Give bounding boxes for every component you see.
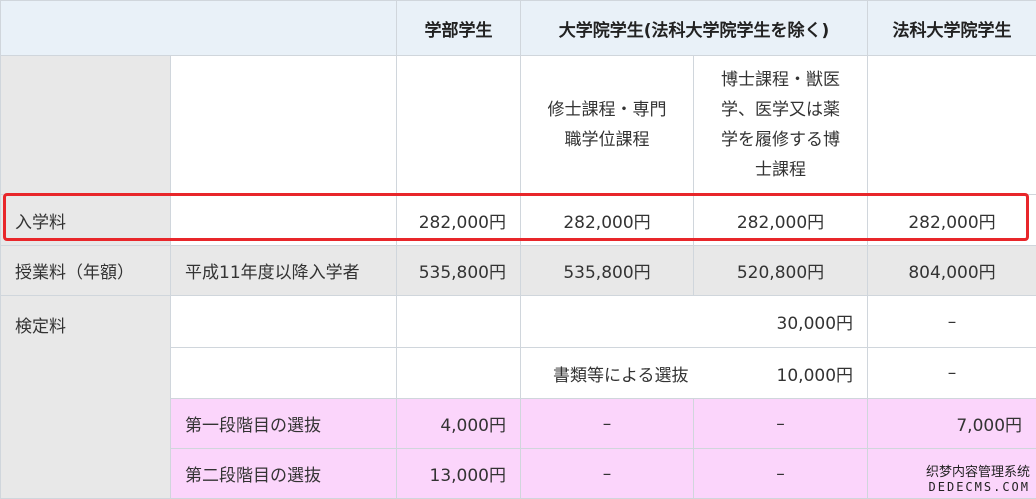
stage2-undergrad: 13,000円: [397, 449, 521, 499]
fee-table: 学部学生 大学院学生(法科大学院学生を除く) 法科大学院学生 修士課程・専門 職…: [0, 0, 1036, 499]
subheader-empty-3: [868, 56, 1036, 195]
exam-empty-2: [397, 296, 521, 348]
admission-label: 入学料: [1, 195, 171, 246]
exam-law-fee: –: [868, 296, 1036, 348]
doctor-line-4: 士課程: [708, 155, 853, 185]
doctor-line-2: 学、医学又は薬: [708, 95, 853, 125]
exam-empty-3: [171, 348, 397, 399]
admission-doctor: 282,000円: [694, 195, 868, 246]
subheader-doctor: 博士課程・獣医 学、医学又は薬 学を履修する博 士課程: [694, 56, 868, 195]
stage2-label: 第二段階目の選抜: [171, 449, 397, 499]
subheader-master: 修士課程・専門 職学位課程: [521, 56, 694, 195]
admission-master: 282,000円: [521, 195, 694, 246]
admission-empty: [171, 195, 397, 246]
exam-empty-4: [397, 348, 521, 399]
subheader-empty-1: [171, 56, 397, 195]
master-line-2: 職学位課程: [535, 125, 679, 155]
stage1-doctor: –: [694, 399, 868, 449]
doc-selection-cell: 書類等による選抜 10,000円: [521, 348, 868, 399]
subheader-row: 修士課程・専門 職学位課程 博士課程・獣医 学、医学又は薬 学を履修する博 士課…: [1, 56, 1036, 195]
header-law: 法科大学院学生: [868, 1, 1036, 56]
admission-row: 入学料 282,000円 282,000円 282,000円 282,000円: [1, 195, 1036, 246]
header-undergrad: 学部学生: [397, 1, 521, 56]
tuition-master: 535,800円: [521, 246, 694, 296]
doctor-line-3: 学を履修する博: [708, 125, 853, 155]
stage1-label: 第一段階目の選抜: [171, 399, 397, 449]
exam-row-1: 検定料 30,000円 –: [1, 296, 1036, 348]
watermark-line-1: 织梦内容管理系统: [926, 466, 1030, 480]
stage1-master: –: [521, 399, 694, 449]
tuition-row: 授業料（年額） 平成11年度以降入学者 535,800円 535,800円 52…: [1, 246, 1036, 296]
exam-label: 検定料: [1, 296, 171, 499]
watermark-line-2: DEDECMS.COM: [926, 480, 1030, 494]
doc-selection-label: 書類等による選抜: [553, 361, 689, 386]
stage1-undergrad: 4,000円: [397, 399, 521, 449]
tuition-law: 804,000円: [868, 246, 1036, 296]
tuition-undergrad: 535,800円: [397, 246, 521, 296]
admission-undergrad: 282,000円: [397, 195, 521, 246]
stage2-doctor: –: [694, 449, 868, 499]
doc-selection-fee: 10,000円: [777, 361, 853, 386]
exam-empty-1: [171, 296, 397, 348]
corner-cell: [1, 1, 397, 56]
subheader-empty-2: [397, 56, 521, 195]
watermark: 织梦内容管理系统 DEDECMS.COM: [926, 466, 1030, 494]
admission-law: 282,000円: [868, 195, 1036, 246]
stage2-master: –: [521, 449, 694, 499]
doctor-line-1: 博士課程・獣医: [708, 65, 853, 95]
master-line-1: 修士課程・専門: [535, 95, 679, 125]
header-grad: 大学院学生(法科大学院学生を除く): [521, 1, 868, 56]
tuition-label: 授業料（年額）: [1, 246, 171, 296]
exam-grad-fee: 30,000円: [521, 296, 868, 348]
subheader-label-cell: [1, 56, 171, 195]
doc-selection-law: –: [868, 348, 1036, 399]
tuition-doctor: 520,800円: [694, 246, 868, 296]
tuition-sublabel: 平成11年度以降入学者: [171, 246, 397, 296]
stage1-law: 7,000円: [868, 399, 1036, 449]
header-row: 学部学生 大学院学生(法科大学院学生を除く) 法科大学院学生: [1, 1, 1036, 56]
